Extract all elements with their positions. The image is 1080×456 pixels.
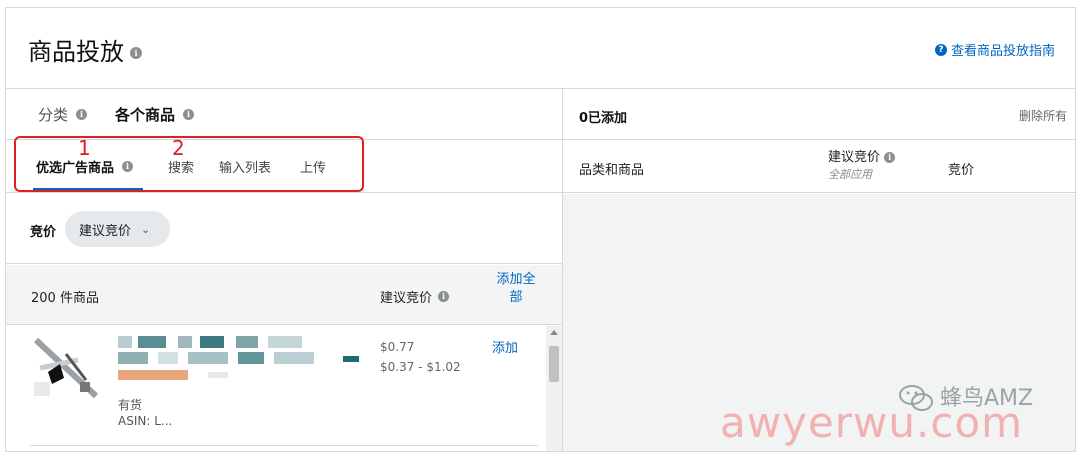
suggested-bid-value: $0.77 $0.37 - $1.02 — [380, 337, 461, 377]
annotation-number-1: 1 — [78, 136, 91, 160]
info-icon[interactable]: i — [183, 108, 195, 120]
category-tab-row: 分类 i 各个商品 i — [6, 89, 562, 140]
scrollbar[interactable] — [546, 326, 562, 451]
active-tab-underline — [33, 188, 143, 191]
tab-category[interactable]: 分类 i — [38, 104, 88, 125]
suggested-bid-header-label: 建议竞价 — [380, 291, 433, 306]
info-icon[interactable]: i — [130, 47, 142, 59]
list-item: 有货 ASIN: L... $0.77 $0.37 - $1.02 添加 — [6, 326, 546, 451]
column-bid: 竞价 — [948, 163, 975, 178]
tab-individual-products-label: 各个商品 — [115, 105, 176, 124]
suggested-bid-range: $0.37 - $1.02 — [380, 360, 461, 374]
tab-upload[interactable]: 上传 — [300, 157, 326, 176]
help-icon: ? — [934, 43, 947, 56]
guide-link-label: 查看商品投放指南 — [950, 44, 1055, 59]
stock-status: 有货 — [118, 398, 143, 412]
added-count: 0已添加 — [579, 111, 628, 126]
column-suggested-bid-label: 建议竞价 — [828, 150, 881, 165]
bid-dropdown[interactable]: 建议竞价 ⌄ — [65, 211, 170, 247]
product-list-header: 200 件商品 建议竞价 i 添加全部 — [6, 265, 562, 325]
tab-suggested-products-label: 优选广告商品 — [36, 161, 115, 176]
suggested-bid-header: 建议竞价 i — [380, 287, 450, 306]
tab-enter-list[interactable]: 输入列表 — [219, 157, 271, 176]
tab-upload-label: 上传 — [300, 161, 327, 176]
page-title-text: 商品投放 — [28, 38, 124, 66]
tab-enter-list-label: 输入列表 — [219, 161, 272, 176]
info-icon[interactable]: i — [76, 108, 88, 120]
bid-row: 竞价 建议竞价 ⌄ — [6, 194, 562, 264]
card-header: 商品投放 i ? 查看商品投放指南 — [6, 8, 1075, 89]
watermark-url: awyerwu.com — [720, 398, 1024, 447]
product-thumbnail — [30, 334, 102, 404]
apply-all-link[interactable]: 全部应用 — [828, 166, 895, 183]
suggested-bid-price: $0.77 — [380, 340, 415, 354]
tab-individual-products[interactable]: 各个商品 i — [115, 104, 195, 125]
bid-label: 竞价 — [30, 225, 57, 240]
info-icon[interactable]: i — [438, 291, 450, 302]
scroll-up-arrow-icon[interactable] — [550, 330, 558, 335]
blurred-product-title — [118, 336, 363, 392]
column-suggested-bid: 建议竞价 i 全部应用 — [828, 149, 896, 183]
annotation-number-2: 2 — [172, 136, 185, 160]
product-count: 200 件商品 — [31, 291, 99, 306]
added-column-headers: 品类和商品 建议竞价 i 全部应用 竞价 — [563, 141, 1075, 193]
info-icon[interactable]: i — [884, 152, 896, 163]
added-header: 0已添加 删除所有 — [563, 89, 1075, 140]
add-all-button[interactable]: 添加全部 — [492, 271, 540, 307]
remove-all-button[interactable]: 删除所有 — [1019, 107, 1067, 124]
chevron-down-icon: ⌄ — [141, 222, 151, 236]
tab-category-label: 分类 — [38, 105, 69, 124]
info-icon[interactable]: i — [122, 161, 134, 172]
asin-label: ASIN: L... — [118, 414, 173, 428]
scroll-thumb[interactable] — [549, 346, 559, 382]
bid-dropdown-value: 建议竞价 — [79, 223, 132, 239]
add-button[interactable]: 添加 — [492, 337, 518, 356]
column-category: 品类和商品 — [579, 163, 645, 178]
page-title: 商品投放 i — [28, 32, 142, 67]
row-divider — [30, 445, 538, 446]
guide-link[interactable]: ? 查看商品投放指南 — [934, 40, 1055, 59]
